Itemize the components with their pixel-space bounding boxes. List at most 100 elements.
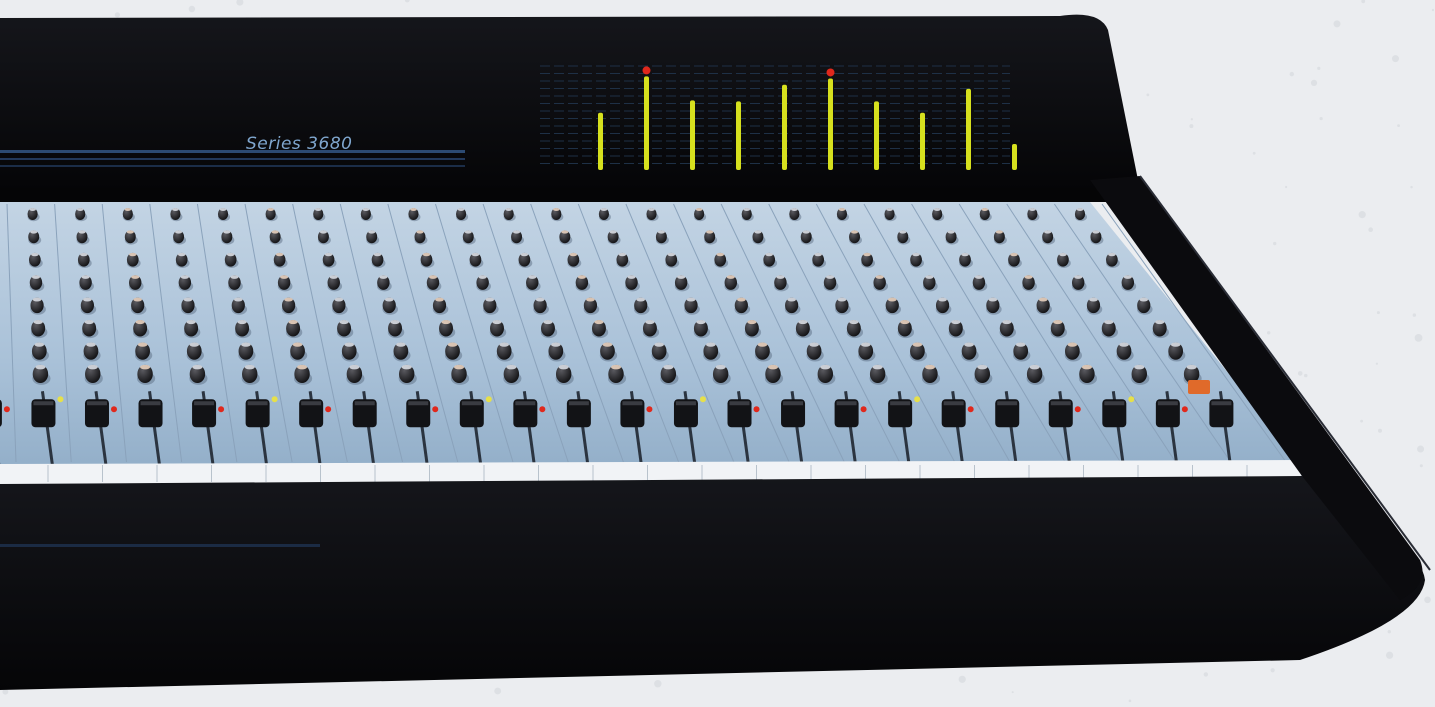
texture-dot — [1285, 185, 1288, 189]
knob-cap — [288, 320, 298, 325]
indicator-led-icon — [539, 406, 546, 413]
indicator-led-icon — [432, 406, 439, 413]
fader-cap-highlight — [86, 401, 107, 406]
knob-cap — [627, 275, 636, 279]
knob-cap — [798, 320, 808, 325]
knob-cap — [373, 252, 382, 257]
knob-cap — [471, 252, 480, 257]
knob-cap — [1029, 364, 1040, 370]
knob-cap — [34, 342, 45, 347]
knob-cap — [860, 342, 871, 347]
knob-cap — [837, 297, 847, 302]
fader-cap-highlight — [408, 401, 429, 406]
knob-cap — [726, 275, 735, 279]
fader-cap-highlight — [301, 401, 322, 406]
knob-cap — [175, 230, 183, 234]
knob-cap — [30, 230, 38, 234]
knob-cap — [767, 364, 778, 370]
knob-cap — [1119, 342, 1129, 347]
peak-led — [826, 68, 835, 77]
knob-cap — [600, 208, 608, 211]
texture-dot — [1273, 241, 1277, 246]
knob-cap — [314, 208, 322, 211]
meter-bar — [1012, 144, 1017, 170]
indicator-led-icon — [57, 396, 64, 403]
meter-bar — [736, 101, 741, 170]
texture-dot — [1317, 66, 1321, 70]
texture-dot — [1412, 313, 1417, 317]
texture-dot — [1358, 211, 1366, 219]
texture-dot — [1128, 699, 1132, 703]
knob-cap — [747, 320, 757, 325]
indicator-led-icon — [1074, 406, 1081, 413]
knob-cap — [284, 297, 293, 302]
knob-cap — [657, 230, 665, 234]
knob-cap — [995, 230, 1003, 234]
knob-cap — [344, 342, 354, 347]
knob-cap — [1139, 297, 1149, 302]
knob-cap — [1081, 364, 1092, 370]
knob-cap — [267, 208, 274, 211]
knob-cap — [1155, 320, 1165, 325]
knob-cap — [29, 208, 36, 211]
knob-cap — [492, 320, 502, 325]
knob-cap — [87, 364, 98, 370]
knob-cap — [292, 342, 303, 347]
indicator-led-icon — [218, 406, 225, 413]
texture-dot — [1360, 419, 1364, 423]
fader-cap-highlight — [33, 401, 54, 406]
texture-dot — [1189, 124, 1194, 129]
knob-cap — [135, 320, 145, 325]
meter-bar — [966, 88, 971, 170]
indicator-led-icon — [325, 406, 332, 413]
slide-fader-icon — [0, 399, 2, 427]
knob-cap — [223, 230, 231, 234]
meter-bar — [920, 112, 925, 170]
knob-cap — [609, 230, 617, 234]
indicator-led-icon — [646, 406, 653, 413]
texture-dot — [1289, 71, 1295, 77]
fader-cap-highlight — [140, 401, 161, 406]
knob-cap — [1029, 208, 1036, 211]
knob-cap — [384, 297, 394, 302]
armrest — [0, 476, 1425, 690]
knob-cap — [506, 364, 517, 370]
knob-cap — [947, 230, 955, 234]
knob-cap — [505, 208, 512, 211]
knob-cap — [1123, 275, 1132, 279]
knob-cap — [602, 342, 613, 347]
meter-bar — [598, 112, 603, 170]
texture-dot — [1417, 445, 1425, 453]
knob-cap — [31, 275, 40, 279]
knob-cap — [131, 275, 140, 279]
knob-cap — [551, 342, 561, 347]
knob-cap — [553, 208, 560, 211]
knob-cap — [126, 230, 134, 234]
knob-cap — [219, 208, 227, 211]
texture-dot — [1377, 428, 1382, 433]
knob-cap — [275, 252, 284, 257]
knob-cap — [695, 208, 703, 211]
fader-cap-highlight — [890, 401, 911, 406]
knob-cap — [849, 320, 859, 325]
knob-cap — [757, 342, 768, 347]
knob-cap — [791, 208, 798, 211]
knob-cap — [128, 252, 137, 257]
knob-cap — [925, 275, 934, 279]
texture-dot — [494, 687, 502, 695]
knob-cap — [558, 364, 569, 370]
knob-cap — [180, 275, 189, 279]
trim-stripe — [0, 165, 465, 167]
knob-cap — [543, 320, 553, 325]
knob-cap — [814, 252, 822, 257]
knob-cap — [349, 364, 360, 370]
knob-cap — [569, 252, 578, 257]
knob-cap — [686, 297, 696, 302]
knob-cap — [84, 320, 94, 325]
knob-cap — [1076, 208, 1084, 211]
texture-dot — [188, 5, 196, 13]
texture-dot — [1011, 691, 1014, 694]
knob-cap — [435, 297, 444, 302]
meter-bar — [644, 76, 649, 170]
indicator-led-icon — [699, 396, 706, 403]
